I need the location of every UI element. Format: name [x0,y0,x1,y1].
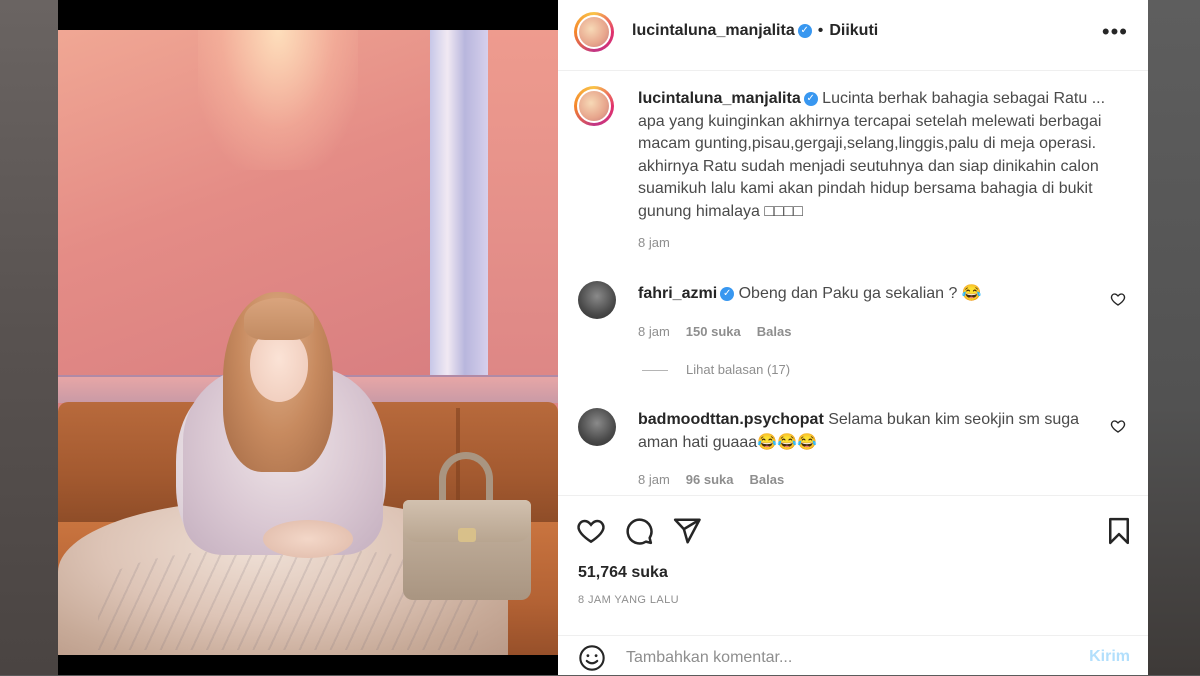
verified-badge-icon: ✓ [720,286,735,301]
photo-bangs [244,298,314,340]
post-media-panel [58,0,558,675]
add-comment-bar: Kirim [558,635,1148,676]
author-username[interactable]: lucintaluna_manjalita [632,22,795,39]
comment-like-heart-icon[interactable] [1110,291,1126,307]
caption-avatar[interactable] [574,86,614,126]
emoji-smiley-icon[interactable] [578,644,606,672]
share-send-icon[interactable] [672,516,702,546]
background-blur-right [1148,0,1200,675]
comment-input[interactable] [624,644,1068,672]
separator-dot: • [817,22,824,39]
view-replies-label: Lihat balasan (17) [686,362,791,377]
caption: lucintaluna_manjalita ✓ Lucinta berhak ba… [638,88,1108,223]
comment-bubble-icon[interactable] [624,516,654,546]
comment: fahri_azmi ✓ Obeng dan Paku ga sekalian ?… [638,283,1108,306]
comment-like-heart-icon[interactable] [1110,418,1126,434]
verified-badge-icon: ✓ [803,91,818,106]
comment-username[interactable]: fahri_azmi [638,285,717,302]
verified-badge-icon: ✓ [797,23,812,38]
photo-wall-right [488,30,558,410]
background-blur-left [0,0,58,675]
post-actions: 51,764 suka 8 JAM YANG LALU [558,495,1148,636]
reply-button[interactable]: Balas [750,472,785,487]
author-avatar-image [577,15,611,49]
author-line: lucintaluna_manjalita ✓ • Diikuti [632,22,878,40]
post-timestamp: 8 JAM YANG LALU [578,594,679,606]
replies-line [642,370,668,372]
photo-light [198,30,358,170]
more-horizontal-icon[interactable]: ••• [1102,21,1128,43]
comment-meta: 8 jam 150 suka Balas [638,324,791,339]
photo-face [250,330,308,402]
comment-avatar[interactable] [578,408,616,446]
comment-likes[interactable]: 96 suka [686,472,734,487]
comment-avatar[interactable] [578,281,616,319]
author-avatar[interactable] [574,12,614,52]
photo-hands [263,520,353,558]
post-photo [58,30,558,655]
comment-likes[interactable]: 150 suka [686,324,741,339]
comment: badmoodttan.psychopat Selama bukan kim s… [638,409,1108,454]
reply-button[interactable]: Balas [757,324,792,339]
comment-meta: 8 jam 96 suka Balas [638,472,784,487]
comment-text: Obeng dan Paku ga sekalian ? 😂 [738,285,982,302]
photo-pillar [430,30,488,410]
caption-avatar-image [577,89,611,123]
comment-time: 8 jam [638,472,670,487]
save-bookmark-icon[interactable] [1104,516,1134,546]
post-header: lucintaluna_manjalita ✓ • Diikuti ••• [558,0,1148,71]
caption-time: 8 jam [638,235,670,250]
photo-bag-lock [458,528,476,542]
follow-button[interactable]: Diikuti [829,22,878,39]
caption-text: Lucinta berhak bahagia sebagai Ratu ... … [638,90,1106,220]
likes-count[interactable]: 51,764 suka [578,564,668,582]
comment-time: 8 jam [638,324,670,339]
post-details-panel: lucintaluna_manjalita ✓ • Diikuti ••• lucin… [558,0,1148,675]
post-comment-button[interactable]: Kirim [1089,648,1130,666]
view-replies-button[interactable]: Lihat balasan (17) [642,362,790,377]
comment-username[interactable]: badmoodttan.psychopat [638,411,824,428]
like-heart-icon[interactable] [576,516,606,546]
caption-username[interactable]: lucintaluna_manjalita [638,90,801,107]
